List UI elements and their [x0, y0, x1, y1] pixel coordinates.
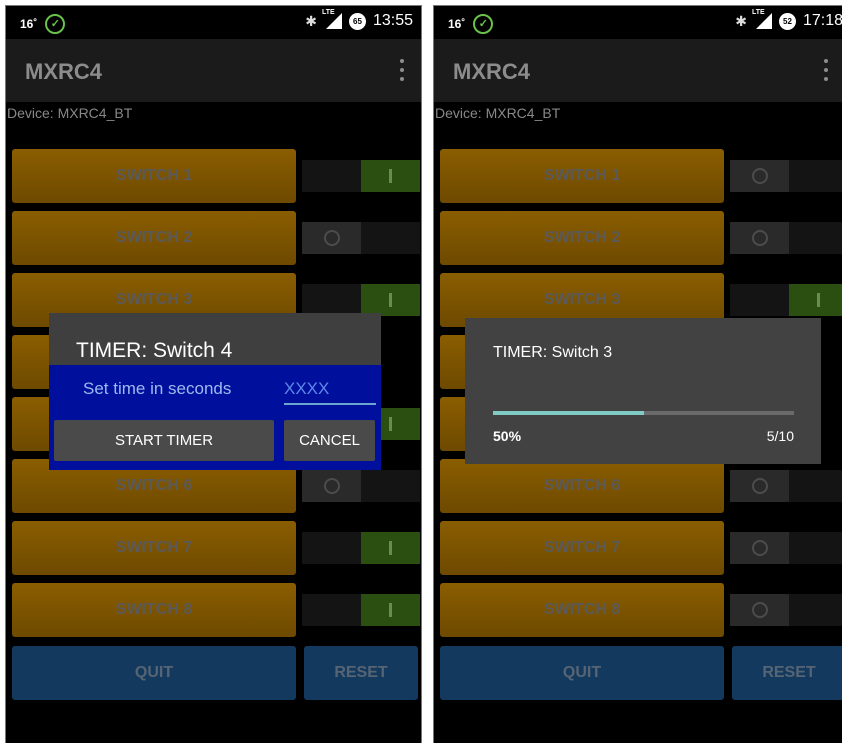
time-prompt: Set time in seconds	[83, 379, 232, 398]
progress-count: 5/10	[766, 428, 794, 444]
toggle-off-icon	[730, 594, 789, 626]
app-bar: MXRC4	[434, 39, 842, 102]
check-circle-icon: ✓	[473, 14, 494, 34]
progress-fill	[493, 411, 644, 415]
toggle-off-icon	[730, 160, 789, 192]
toggle-off-icon	[730, 470, 789, 502]
reset-button[interactable]: RESET	[732, 646, 842, 700]
switch-button-6[interactable]: SWITCH 6	[440, 459, 724, 513]
clock-text: 17:18	[802, 12, 842, 29]
temperature-text: 16˚	[448, 17, 466, 31]
battery-icon: 52	[778, 12, 796, 30]
switch-button-2[interactable]: SWITCH 2	[12, 211, 296, 265]
toggle-on-icon	[361, 284, 420, 316]
timer-dialog: TIMER: Switch 4 Set time in seconds XXXX…	[49, 313, 381, 470]
toggle-on-icon	[361, 532, 420, 564]
progress-track	[493, 411, 794, 415]
app-bar: MXRC4	[6, 39, 421, 102]
check-circle-icon: ✓	[45, 14, 66, 34]
overflow-menu-icon[interactable]	[823, 59, 829, 81]
toggle-on-icon	[361, 160, 420, 192]
switch-button-7[interactable]: SWITCH 7	[12, 521, 296, 575]
dialog-title: TIMER: Switch 3	[493, 344, 613, 361]
toggle-off-icon	[730, 532, 789, 564]
quit-button[interactable]: QUIT	[12, 646, 296, 700]
switch-toggle-6[interactable]	[302, 470, 420, 502]
clock-text: 13:55	[372, 12, 413, 29]
status-bar: 16˚ ✓ ✱ LTE 52 17:18	[434, 6, 842, 39]
battery-icon: 65	[348, 12, 366, 30]
bluetooth-icon: ✱	[305, 12, 317, 29]
reset-button[interactable]: RESET	[304, 646, 418, 700]
temperature-text: 16˚	[20, 17, 38, 31]
device-label: Device: MXRC4_BT	[435, 105, 561, 121]
lte-signal-icon: LTE	[752, 9, 772, 29]
start-timer-button[interactable]: START TIMER	[54, 420, 274, 461]
switch-toggle-1[interactable]	[302, 160, 420, 192]
switch-button-1[interactable]: SWITCH 1	[12, 149, 296, 203]
switch-button-2[interactable]: SWITCH 2	[440, 211, 724, 265]
switch-toggle-8[interactable]	[730, 594, 842, 626]
seconds-input[interactable]: XXXX	[284, 375, 376, 405]
toggle-off-icon	[302, 470, 361, 502]
overflow-menu-icon[interactable]	[399, 59, 405, 81]
switch-toggle-7[interactable]	[302, 532, 420, 564]
toggle-on-icon	[789, 284, 842, 316]
bluetooth-icon: ✱	[735, 12, 747, 29]
switch-toggle-6[interactable]	[730, 470, 842, 502]
switch-button-1[interactable]: SWITCH 1	[440, 149, 724, 203]
status-bar: 16˚ ✓ ✱ LTE 65 13:55	[6, 6, 421, 39]
left-screen: 16˚ ✓ ✱ LTE 65 13:55 MXRC4 Device: MXRC4…	[5, 5, 422, 743]
toggle-off-icon	[730, 222, 789, 254]
device-label: Device: MXRC4_BT	[7, 105, 133, 121]
right-screen: 16˚ ✓ ✱ LTE 52 17:18 MXRC4 Device: MXRC4…	[433, 5, 842, 743]
switch-toggle-7[interactable]	[730, 532, 842, 564]
switch-toggle-2[interactable]	[302, 222, 420, 254]
app-title: MXRC4	[25, 59, 103, 84]
dialog-title: TIMER: Switch 4	[76, 339, 233, 362]
cancel-button[interactable]: CANCEL	[284, 420, 375, 461]
toggle-off-icon	[302, 222, 361, 254]
progress-dialog: TIMER: Switch 3 50% 5/10	[465, 318, 821, 464]
switch-button-8[interactable]: SWITCH 8	[12, 583, 296, 637]
lte-signal-icon: LTE	[322, 9, 342, 29]
progress-percent: 50%	[493, 428, 522, 444]
switch-button-7[interactable]: SWITCH 7	[440, 521, 724, 575]
switch-toggle-3[interactable]	[302, 284, 420, 316]
switch-toggle-3[interactable]	[730, 284, 842, 316]
switch-toggle-1[interactable]	[730, 160, 842, 192]
toggle-on-icon	[361, 594, 420, 626]
app-title: MXRC4	[453, 59, 531, 84]
switch-toggle-8[interactable]	[302, 594, 420, 626]
switch-toggle-2[interactable]	[730, 222, 842, 254]
quit-button[interactable]: QUIT	[440, 646, 724, 700]
switch-button-8[interactable]: SWITCH 8	[440, 583, 724, 637]
